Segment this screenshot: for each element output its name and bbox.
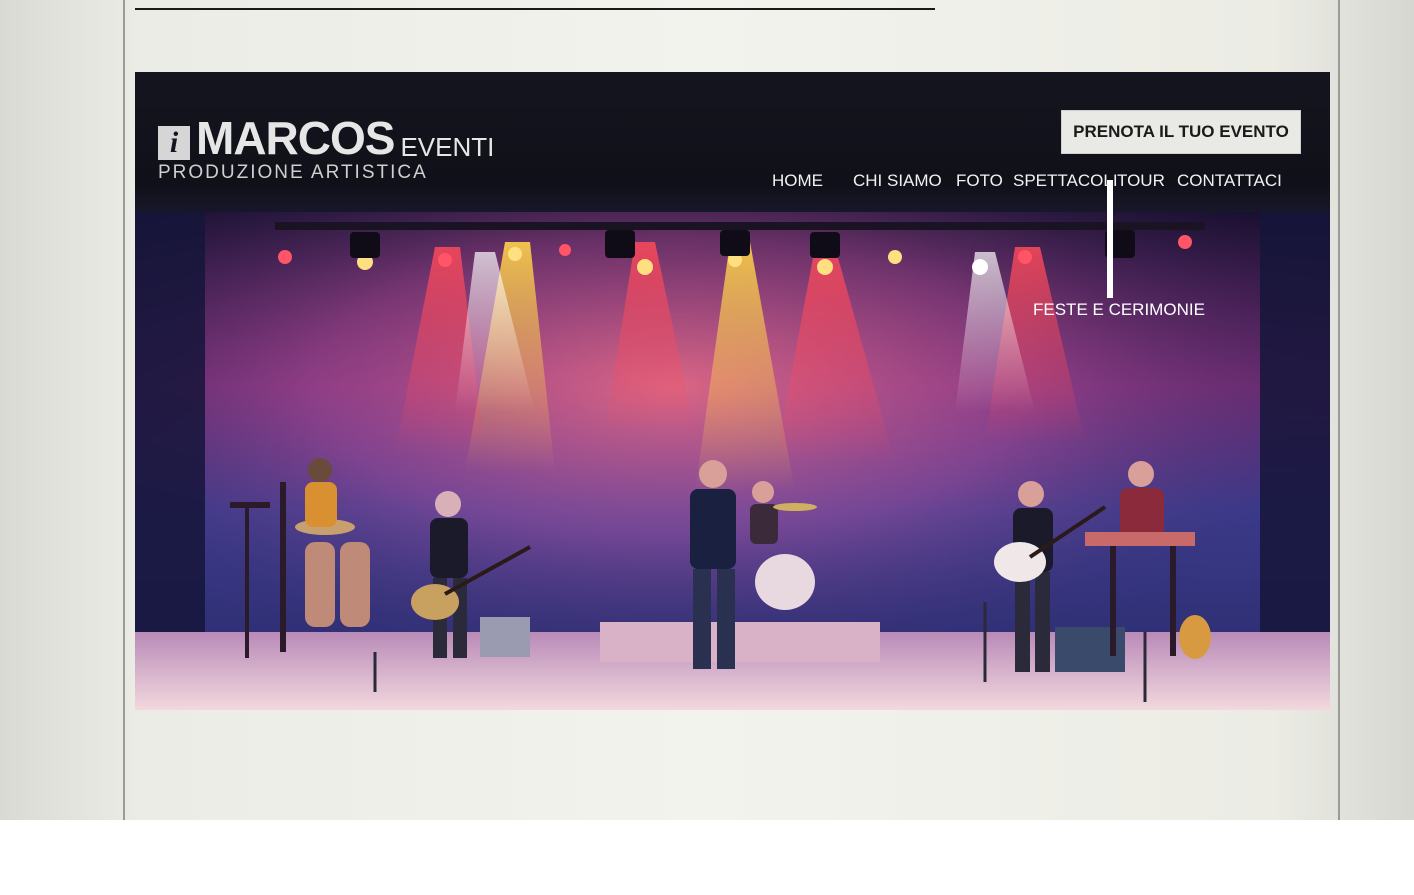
nav-item-contattaci[interactable]: CONTATTACI: [1177, 169, 1282, 193]
site-header: i MARCOS EVENTI PRODUZIONE ARTISTICA PRE…: [135, 72, 1330, 212]
top-edge-line: [135, 8, 935, 10]
brand-name: MARCOS: [196, 112, 395, 164]
nav-item-chi-siamo[interactable]: CHI SIAMO: [853, 169, 942, 193]
monitor-photo: i MARCOS EVENTI PRODUZIONE ARTISTICA PRE…: [0, 0, 1414, 820]
main-nav: HOME CHI SIAMO FOTO SPETTACOLI TOUR CONT…: [135, 169, 1330, 193]
nav-item-tour[interactable]: TOUR: [1117, 169, 1165, 193]
nav-item-spettacoli[interactable]: SPETTACOLI: [1013, 169, 1118, 193]
nav-item-foto[interactable]: FOTO: [956, 169, 1003, 193]
website-screen: i MARCOS EVENTI PRODUZIONE ARTISTICA PRE…: [135, 72, 1330, 710]
hero-stage-image: [135, 212, 1330, 710]
nav-hover-indicator: [1107, 180, 1113, 298]
submenu-item-feste-e-cerimonie[interactable]: FESTE E CERIMONIE: [1033, 300, 1205, 320]
monitor-bezel-right: [1338, 0, 1340, 820]
nav-item-home[interactable]: HOME: [772, 169, 823, 193]
brand-suffix: EVENTI: [400, 132, 495, 162]
logo-badge-icon: i: [158, 126, 190, 160]
concert-stage-photo-icon: [135, 212, 1330, 710]
monitor-bezel-left: [123, 0, 125, 820]
book-event-button[interactable]: PRENOTA IL TUO EVENTO: [1061, 110, 1301, 154]
